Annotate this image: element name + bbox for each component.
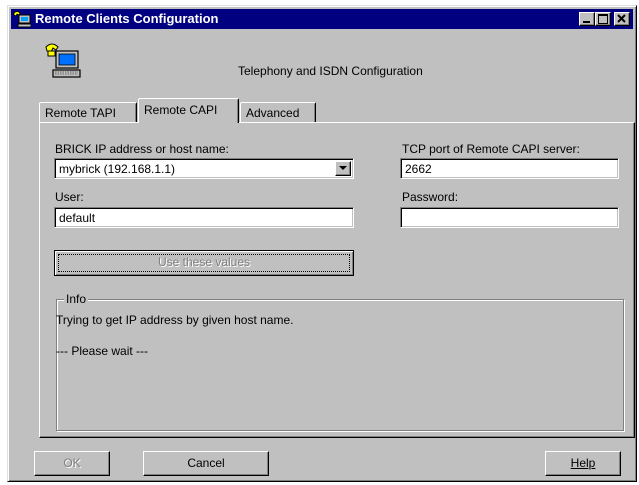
header-title: Telephony and ISDN Configuration bbox=[238, 64, 423, 78]
tcp-port-label: TCP port of Remote CAPI server: bbox=[402, 142, 580, 156]
ok-button[interactable]: OK bbox=[34, 451, 110, 476]
maximize-button[interactable] bbox=[595, 12, 611, 26]
telephone-computer-icon bbox=[45, 43, 81, 78]
focus-rect bbox=[58, 254, 350, 272]
info-groupbox: Info Trying to get IP address by given h… bbox=[56, 292, 624, 431]
cancel-button[interactable]: Cancel bbox=[143, 451, 269, 476]
dialog-window: Remote Clients Configuration Telephony a… bbox=[7, 5, 637, 482]
brick-address-label: BRICK IP address or host name: bbox=[55, 142, 229, 156]
tab-remote-tapi[interactable]: Remote TAPI bbox=[39, 102, 137, 122]
help-label: Help bbox=[570, 456, 596, 470]
info-title: Info bbox=[64, 292, 89, 306]
user-label: User: bbox=[55, 190, 84, 204]
user-input[interactable]: default bbox=[54, 207, 354, 228]
tab-panel-remote-capi: BRICK IP address or host name: mybrick (… bbox=[39, 122, 635, 438]
tab-remote-capi[interactable]: Remote CAPI bbox=[138, 98, 239, 123]
password-input[interactable] bbox=[400, 207, 619, 228]
password-label: Password: bbox=[402, 190, 459, 204]
minimize-button[interactable] bbox=[579, 12, 595, 26]
brick-address-dropdown[interactable]: mybrick (192.168.1.1) bbox=[54, 158, 354, 179]
close-button[interactable] bbox=[614, 12, 630, 26]
help-button[interactable]: Help bbox=[545, 451, 621, 476]
info-status-text: Trying to get IP address by given host n… bbox=[56, 313, 294, 327]
tab-advanced[interactable]: Advanced bbox=[240, 102, 316, 122]
tcp-port-input[interactable]: 2662 bbox=[400, 158, 619, 179]
close-icon bbox=[617, 14, 626, 23]
telephone-computer-icon bbox=[13, 11, 31, 28]
chevron-down-icon[interactable] bbox=[335, 161, 351, 176]
use-these-values-button[interactable]: Use these values bbox=[54, 250, 354, 276]
window-title: Remote Clients Configuration bbox=[35, 11, 219, 26]
title-bar[interactable]: Remote Clients Configuration bbox=[11, 9, 633, 29]
info-wait-text: --- Please wait --- bbox=[56, 344, 149, 358]
brick-address-value: mybrick (192.168.1.1) bbox=[59, 162, 176, 176]
